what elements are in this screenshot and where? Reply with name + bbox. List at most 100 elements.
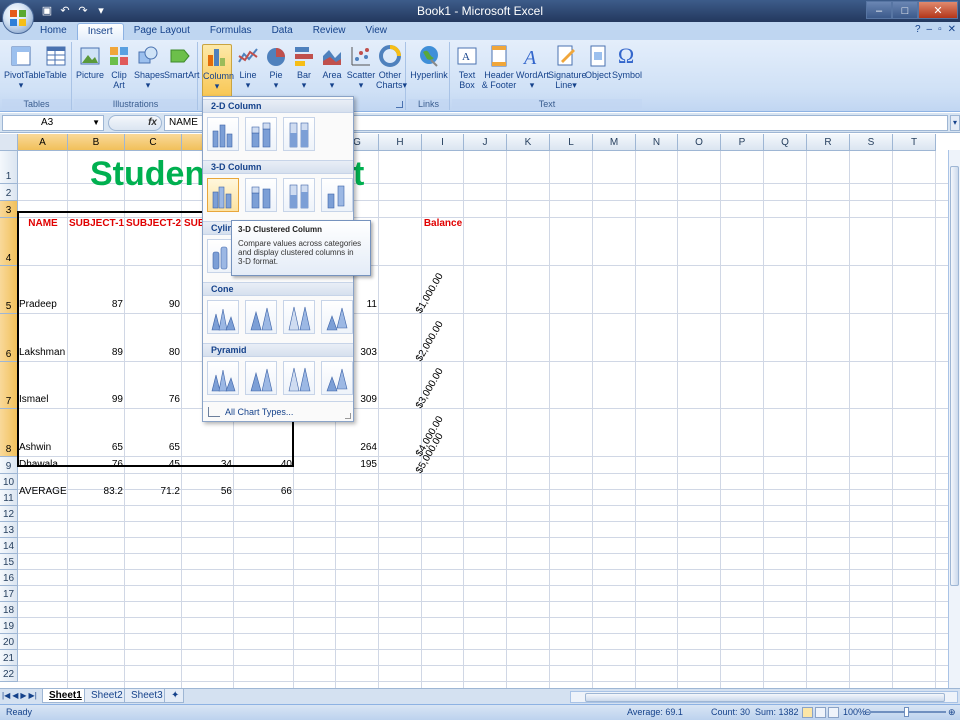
shapes-button[interactable]: Shapes ▾ (134, 44, 165, 90)
text-box-button[interactable]: A Text Box (454, 44, 480, 90)
column-header-t[interactable]: T (893, 134, 936, 151)
hyperlink-button[interactable]: Hyperlink (410, 44, 448, 80)
header-subject-1[interactable]: SUBJECT-1 (68, 218, 125, 230)
row-header-17[interactable]: 17 (0, 586, 18, 602)
row-header-1[interactable]: 1 (0, 151, 18, 184)
100-stacked-3d-column-thumb[interactable] (283, 178, 315, 212)
column-header-o[interactable]: O (678, 134, 721, 151)
column-header-j[interactable]: J (464, 134, 507, 151)
3d-column-thumb[interactable] (321, 178, 353, 212)
column-header-a[interactable]: A (18, 134, 68, 151)
column-header-b[interactable]: B (68, 134, 125, 151)
sheet-tab-sheet2[interactable]: Sheet2 (84, 689, 130, 703)
horizontal-scrollbar[interactable] (570, 691, 958, 703)
column-header-i[interactable]: I (422, 134, 464, 151)
row-header-11[interactable]: 11 (0, 490, 18, 506)
row-header-3[interactable]: 3 (0, 201, 18, 218)
workbook-restore-button[interactable]: ▫ (938, 24, 942, 35)
average-subject-3[interactable]: 56 (182, 486, 232, 498)
row-header-5[interactable]: 5 (0, 266, 18, 314)
tab-data[interactable]: Data (262, 23, 303, 40)
header-subject-2[interactable]: SUBJECT-2 (125, 218, 182, 230)
3d-cone-thumb[interactable] (321, 300, 353, 334)
expand-formula-bar-icon[interactable]: ▾ (950, 115, 960, 131)
100-stacked-cone-thumb[interactable] (283, 300, 315, 334)
last-sheet-icon[interactable]: ▶| (29, 691, 37, 700)
column-header-p[interactable]: P (721, 134, 764, 151)
average-subject-4[interactable]: 66 (234, 486, 292, 498)
3d-pyramid-thumb[interactable] (321, 361, 353, 395)
office-button[interactable] (2, 2, 34, 34)
maximize-button[interactable]: □ (892, 1, 918, 19)
100-stacked-column-thumb[interactable] (283, 117, 315, 151)
workbook-minimize-button[interactable]: – (927, 24, 933, 35)
column-header-s[interactable]: S (850, 134, 893, 151)
signature-line-button[interactable]: Signature Line▾ (548, 44, 587, 90)
row-header-19[interactable]: 19 (0, 618, 18, 634)
subject-2-cell[interactable]: 90 (125, 299, 180, 311)
all-chart-types-link[interactable]: All Chart Types... (203, 401, 353, 421)
first-sheet-icon[interactable]: |◀ (2, 691, 10, 700)
resize-grip-icon[interactable] (345, 413, 351, 419)
smartart-button[interactable]: SmartArt (164, 44, 200, 80)
subject-2-cell[interactable]: 80 (125, 347, 180, 359)
student-name-cell[interactable]: Ismael (19, 394, 48, 406)
balance-cell[interactable]: $3,000.00 (414, 366, 446, 410)
average-subject-1[interactable]: 83.2 (68, 486, 123, 498)
header-footer-button[interactable]: Header & Footer (480, 44, 518, 90)
bar-chart-button[interactable]: Bar ▾ (290, 44, 318, 90)
picture-button[interactable]: Picture (76, 44, 104, 80)
clustered-column-thumb[interactable] (207, 117, 239, 151)
row-header-12[interactable]: 12 (0, 506, 18, 522)
zoom-in-icon[interactable]: ⊕ (948, 707, 956, 718)
subject-2-cell[interactable]: 65 (125, 442, 180, 454)
clip-art-button[interactable]: Clip Art (106, 44, 132, 90)
tab-home[interactable]: Home (30, 23, 77, 40)
name-box-dropdown-icon[interactable]: ▼ (92, 116, 100, 130)
header-name[interactable]: NAME (18, 218, 68, 230)
subject-1-cell[interactable]: 65 (68, 442, 123, 454)
table-button[interactable]: Table (42, 44, 70, 80)
row-header-20[interactable]: 20 (0, 634, 18, 650)
prev-sheet-icon[interactable]: ◀ (12, 691, 18, 700)
worksheet-grid[interactable]: ABCDEFGHIJKLMNOPQRST 1234567891011121314… (0, 134, 960, 688)
charts-dialog-launcher[interactable] (396, 101, 403, 108)
row-header-22[interactable]: 22 (0, 666, 18, 682)
tab-formulas[interactable]: Formulas (200, 23, 262, 40)
row-header-4[interactable]: 4 (0, 218, 18, 266)
subject-2-cell[interactable]: 45 (125, 459, 180, 471)
column-header-n[interactable]: N (636, 134, 678, 151)
tab-review[interactable]: Review (303, 23, 356, 40)
object-button[interactable]: Object (584, 44, 612, 80)
column-g-cell[interactable]: 195 (336, 459, 377, 471)
row-header-21[interactable]: 21 (0, 650, 18, 666)
average-label[interactable]: AVERAGE (19, 486, 67, 498)
subject-4-cell[interactable]: 40 (234, 459, 292, 471)
tab-view[interactable]: View (355, 23, 397, 40)
subject-1-cell[interactable]: 87 (68, 299, 123, 311)
line-chart-button[interactable]: Line ▾ (234, 44, 262, 90)
row-header-2[interactable]: 2 (0, 184, 18, 201)
balance-cell[interactable]: $2,000.00 (414, 319, 446, 363)
subject-1-cell[interactable]: 89 (68, 347, 123, 359)
column-g-cell[interactable]: 264 (336, 442, 377, 454)
subject-3-cell[interactable]: 34 (182, 459, 232, 471)
100-stacked-pyramid-thumb[interactable] (283, 361, 315, 395)
header-balance[interactable]: Balance (422, 218, 464, 230)
zoom-level[interactable]: 100% (843, 707, 866, 717)
row-header-8[interactable]: 8 (0, 409, 18, 457)
column-header-m[interactable]: M (593, 134, 636, 151)
vertical-scrollbar[interactable] (948, 150, 960, 688)
area-chart-button[interactable]: Area ▾ (318, 44, 346, 90)
wordart-button[interactable]: A WordArt ▾ (516, 44, 549, 90)
page-layout-view-button[interactable] (815, 707, 826, 718)
average-subject-2[interactable]: 71.2 (125, 486, 180, 498)
3d-clustered-column-thumb[interactable] (207, 178, 239, 212)
column-header-c[interactable]: C (125, 134, 182, 151)
row-header-9[interactable]: 9 (0, 457, 18, 474)
pivottable-button[interactable]: PivotTable ▾ (4, 44, 46, 90)
tab-insert[interactable]: Insert (76, 23, 124, 40)
column-header-q[interactable]: Q (764, 134, 807, 151)
column-header-l[interactable]: L (550, 134, 593, 151)
next-sheet-icon[interactable]: ▶ (20, 691, 26, 700)
